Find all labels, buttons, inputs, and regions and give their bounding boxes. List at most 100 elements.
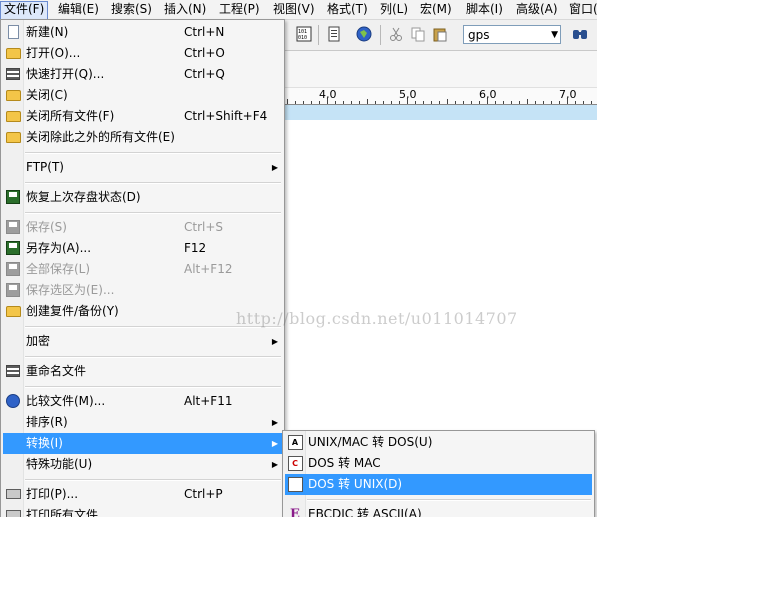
ruler-tick — [367, 99, 368, 104]
submenu-item-ebcdic-to-ascii[interactable]: E EBCDIC 转 ASCII(A) — [285, 504, 592, 518]
menu-item-label: 打印(P)... — [26, 487, 79, 501]
menu-search[interactable]: 搜索(S) — [108, 1, 155, 18]
menu-item-convert[interactable]: 转换(I) ▶ — [3, 433, 282, 454]
menu-item-encrypt[interactable]: 加密 ▶ — [3, 331, 282, 352]
menu-item-print-all[interactable]: 打印所有文件 — [3, 505, 282, 517]
menu-item-special[interactable]: 特殊功能(U) ▶ — [3, 454, 282, 475]
app-window: 文件(F) 编辑(E) 搜索(S) 插入(N) 工程(P) 视图(V) 格式(T… — [0, 0, 597, 517]
menu-item-save-as[interactable]: 另存为(A)... F12 — [3, 238, 282, 259]
menu-separator — [307, 499, 591, 501]
menu-item-label: 关闭(C) — [26, 88, 68, 102]
unix-to-dos-icon: A — [287, 434, 303, 450]
search-combo[interactable]: gps ▼ — [463, 25, 561, 44]
menu-item-open[interactable]: 打开(O)... Ctrl+O — [3, 43, 282, 64]
menu-item-shortcut: Ctrl+O — [184, 46, 225, 60]
ruler-label: 6,0 — [479, 88, 497, 101]
menu-separator — [25, 182, 281, 184]
menu-project[interactable]: 工程(P) — [216, 1, 263, 18]
ruler-label: 7,0 — [559, 88, 577, 101]
editor-top-area — [285, 51, 597, 88]
menu-item-label: FTP(T) — [26, 160, 64, 174]
menu-item-shortcut: F12 — [184, 241, 207, 255]
submenu-item-dos-to-unix[interactable]: C DOS 转 UNIX(D) — [285, 474, 592, 495]
menu-advanced[interactable]: 高级(A) — [513, 1, 561, 18]
revert-icon — [5, 189, 21, 205]
menu-item-shortcut: Alt+F12 — [184, 262, 233, 276]
ruler-tick — [511, 101, 512, 104]
menu-file[interactable]: 文件(F) — [0, 1, 49, 20]
menu-item-sort[interactable]: 排序(R) ▶ — [3, 412, 282, 433]
menu-item-close[interactable]: 关闭(C) — [3, 85, 282, 106]
print-all-icon — [5, 507, 21, 517]
watermark: http://blog.csdn.net/u011014707 — [236, 309, 518, 328]
menu-macro[interactable]: 宏(M) — [417, 1, 455, 18]
menu-item-new[interactable]: 新建(N) Ctrl+N — [3, 22, 282, 43]
hex-icon[interactable]: 101 010 — [295, 25, 313, 43]
menu-separator — [25, 356, 281, 358]
ruler-tick — [503, 101, 504, 104]
ebcdic-icon: E — [290, 506, 300, 518]
ruler-tick — [447, 99, 448, 104]
search-combo-value: gps — [468, 28, 490, 42]
ruler-tick — [335, 101, 336, 104]
submenu-arrow-icon: ▶ — [271, 460, 278, 469]
toolbar-separator — [318, 25, 319, 45]
menu-view[interactable]: 视图(V) — [270, 1, 318, 18]
menu-item-rename[interactable]: 重命名文件 — [3, 361, 282, 382]
ruler-tick — [455, 101, 456, 104]
find-icon[interactable] — [571, 25, 589, 43]
menu-item-compare[interactable]: 比较文件(M)... Alt+F11 — [3, 391, 282, 412]
toolbar: 101 010 gps ▼ — [285, 20, 597, 51]
menu-item-label: 保存选区为(E)... — [26, 283, 115, 297]
ruler-tick — [295, 101, 296, 104]
menu-item-close-others[interactable]: 关闭除此之外的所有文件(E) — [3, 127, 282, 148]
menu-item-label: 加密 — [26, 334, 51, 348]
submenu-item-unix-to-dos[interactable]: A UNIX/MAC 转 DOS(U) — [285, 432, 592, 453]
ruler-tick — [479, 101, 480, 104]
menu-item-save-all[interactable]: 全部保存(L) Alt+F12 — [3, 259, 282, 280]
menu-item-label: 排序(R) — [26, 415, 68, 429]
menu-window[interactable]: 窗口( — [566, 1, 597, 18]
save-as-icon — [5, 240, 21, 256]
ruler-tick — [303, 101, 304, 104]
menu-insert[interactable]: 插入(N) — [161, 1, 209, 18]
menu-item-ftp[interactable]: FTP(T) ▶ — [3, 157, 282, 178]
menu-item-label: 新建(N) — [26, 25, 69, 39]
file-list-icon[interactable] — [325, 25, 343, 43]
menu-item-shortcut: Ctrl+Q — [184, 67, 225, 81]
menu-column[interactable]: 列(L) — [377, 1, 411, 18]
ruler-tick — [431, 101, 432, 104]
ruler-tick — [591, 101, 592, 104]
menu-item-revert[interactable]: 恢复上次存盘状态(D) — [3, 187, 282, 208]
menu-item-save[interactable]: 保存(S) Ctrl+S — [3, 217, 282, 238]
copy-icon[interactable] — [409, 25, 427, 43]
convert-submenu: A UNIX/MAC 转 DOS(U) C DOS 转 MAC C DOS 转 … — [282, 430, 595, 517]
ruler-tick — [287, 99, 288, 104]
cut-icon[interactable] — [387, 25, 405, 43]
save-all-icon — [5, 261, 21, 277]
paste-icon[interactable] — [431, 25, 449, 43]
submenu-arrow-icon: ▶ — [271, 439, 278, 448]
menu-format[interactable]: 格式(T) — [324, 1, 371, 18]
menu-item-label: 保存(S) — [26, 220, 67, 234]
close-folder-icon — [5, 87, 21, 103]
ruler-tick — [527, 99, 528, 104]
submenu-arrow-icon: ▶ — [271, 337, 278, 346]
menu-item-print[interactable]: 打印(P)... Ctrl+P — [3, 484, 282, 505]
ruler-tick — [543, 101, 544, 104]
menu-item-label: 创建复件/备份(Y) — [26, 304, 119, 318]
menu-edit[interactable]: 编辑(E) — [55, 1, 102, 18]
menu-item-label: 特殊功能(U) — [26, 457, 93, 471]
menu-bar: 文件(F) 编辑(E) 搜索(S) 插入(N) 工程(P) 视图(V) 格式(T… — [0, 0, 597, 20]
submenu-item-dos-to-mac[interactable]: C DOS 转 MAC — [285, 453, 592, 474]
globe-icon[interactable] — [355, 25, 373, 43]
dos-to-mac-icon: C — [287, 455, 303, 471]
menu-item-save-selection[interactable]: 保存选区为(E)... — [3, 280, 282, 301]
save-selection-icon — [5, 282, 21, 298]
ruler-tick — [471, 101, 472, 104]
menu-item-quick-open[interactable]: 快速打开(Q)... Ctrl+Q — [3, 64, 282, 85]
chevron-down-icon[interactable]: ▼ — [551, 28, 558, 42]
ruler-tick — [311, 101, 312, 104]
menu-item-close-all[interactable]: 关闭所有文件(F) Ctrl+Shift+F4 — [3, 106, 282, 127]
menu-script[interactable]: 脚本(I) — [463, 1, 506, 18]
